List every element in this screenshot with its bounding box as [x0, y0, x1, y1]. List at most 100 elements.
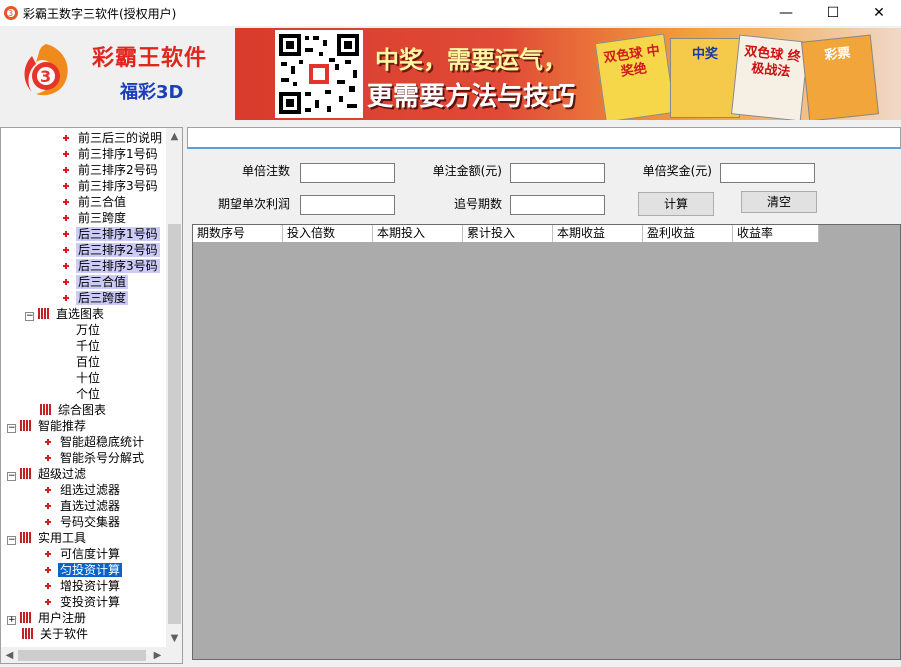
calculate-button[interactable]: 计算 [638, 192, 714, 216]
banner-slogan-1: 中奖，需要运气， [375, 46, 567, 74]
grid-column-header[interactable]: 累计投入 [463, 225, 553, 242]
folder-grid-icon [38, 308, 49, 319]
tree-item[interactable]: − 实用工具 [7, 530, 88, 546]
maximize-button[interactable]: ☐ [810, 0, 856, 26]
tree-item-label: 百位 [76, 355, 101, 369]
leaf-plus-icon [61, 213, 71, 223]
tree-item-label: 超级过滤 [38, 467, 87, 481]
prize-input[interactable] [720, 163, 815, 183]
expected-profit-input[interactable] [300, 195, 395, 215]
folder-grid-icon [22, 628, 33, 639]
tree-item-label: 后三排序2号码 [76, 243, 160, 257]
tree-item-label: 直选过滤器 [60, 499, 121, 513]
tree-item[interactable]: 前三排序1号码 [61, 146, 160, 162]
collapse-icon[interactable]: − [7, 472, 16, 481]
leaf-plus-icon [61, 197, 71, 207]
tree-item-label: 个位 [76, 387, 101, 401]
leaf-plus-icon [61, 229, 71, 239]
tree-item[interactable]: 后三排序1号码 [61, 226, 160, 242]
svg-text:3: 3 [8, 9, 13, 18]
tree-item[interactable]: 后三排序2号码 [61, 242, 160, 258]
tree-item[interactable]: 千位 [61, 338, 102, 354]
collapse-icon[interactable]: − [25, 312, 34, 321]
horizontal-scroll-thumb[interactable] [18, 650, 146, 661]
scroll-down-arrow-icon[interactable]: ▼ [166, 630, 182, 647]
tree-horizontal-scrollbar[interactable]: ◀ ▶ [1, 647, 182, 663]
tree-item[interactable]: 万位 [61, 322, 102, 338]
tree-item[interactable]: 后三合值 [61, 274, 129, 290]
tree-item[interactable]: − 直选图表 [25, 306, 106, 322]
tree-item-label: 用户注册 [38, 611, 87, 625]
tree-item[interactable]: 前三后三的说明 [61, 130, 164, 146]
tree-item[interactable]: 前三排序3号码 [61, 178, 160, 194]
tree-item[interactable]: 智能杀号分解式 [43, 450, 146, 466]
tree-item-label: 前三排序1号码 [78, 147, 158, 161]
vertical-scroll-thumb[interactable] [168, 224, 181, 624]
collapse-icon[interactable]: − [7, 536, 16, 545]
tree-item-label: 千位 [76, 339, 101, 353]
leaf-plus-icon [43, 565, 53, 575]
tree-item-label: 变投资计算 [60, 595, 121, 609]
minimize-button[interactable]: — [763, 0, 809, 26]
tree-item[interactable]: 后三排序3号码 [61, 258, 160, 274]
grid-column-header[interactable]: 本期收益 [553, 225, 643, 242]
folder-grid-icon [20, 532, 31, 543]
tree-item[interactable]: 前三合值 [61, 194, 128, 210]
tree-item[interactable]: 智能超稳底统计 [43, 434, 146, 450]
tree-item[interactable]: + 用户注册 [7, 610, 88, 626]
tree-item[interactable]: 十位 [61, 370, 102, 386]
tree-item[interactable]: 直选过滤器 [43, 498, 122, 514]
leaf-plus-icon [43, 453, 53, 463]
tree-item[interactable]: − 智能推荐 [7, 418, 88, 434]
tree-item-label: 智能推荐 [38, 419, 87, 433]
grid-column-header[interactable]: 投入倍数 [283, 225, 373, 242]
folder-grid-icon [40, 404, 51, 415]
ad-banner[interactable]: 中奖，需要运气， 更需要方法与技巧 双色球 中奖绝 中奖 双色球 终极战法 彩票 [235, 28, 901, 120]
tree-item[interactable]: 关于软件 [22, 626, 90, 642]
collapse-icon[interactable]: − [7, 424, 16, 433]
grid-column-header[interactable]: 期数序号 [193, 225, 283, 242]
bet-count-input[interactable] [300, 163, 395, 183]
scroll-right-arrow-icon[interactable]: ▶ [149, 647, 166, 663]
grid-column-header[interactable]: 盈利收益 [643, 225, 733, 242]
grid-column-header[interactable]: 本期投入 [373, 225, 463, 242]
tree-item[interactable]: 匀投资计算 [43, 562, 123, 578]
clear-button[interactable]: 清空 [741, 191, 817, 213]
navigation-tree[interactable]: 前三后三的说明 前三排序1号码 前三排序2号码 前三排序3号码 前三合值 前三跨度 后三排序… [0, 127, 183, 664]
close-button[interactable]: ✕ [856, 0, 901, 26]
tree-item[interactable]: 组选过滤器 [43, 482, 122, 498]
bet-amount-input[interactable] [510, 163, 605, 183]
bet-count-label: 单倍注数 [241, 164, 290, 178]
tree-item[interactable]: 变投资计算 [43, 594, 122, 610]
tree-item-label: 后三排序1号码 [76, 227, 160, 241]
tree-item[interactable]: 综合图表 [40, 402, 108, 418]
brand-name: 彩霸王软件 [92, 46, 208, 71]
app-header: 3 彩霸王软件 福彩3D 中奖，需要运气， 更需要方法与技巧 双色球 中奖绝 中… [0, 26, 901, 124]
tree-item[interactable]: 增投资计算 [43, 578, 122, 594]
result-grid[interactable]: 期数序号 投入倍数 本期投入 累计投入 本期收益 盈利收益 收益率 [192, 224, 901, 660]
tree-item[interactable]: 后三跨度 [61, 290, 129, 306]
tree-item[interactable]: 前三跨度 [61, 210, 128, 226]
tree-item[interactable]: 号码交集器 [43, 514, 122, 530]
folder-grid-icon [20, 612, 31, 623]
tree-item-label: 后三合值 [76, 275, 129, 289]
tree-item[interactable]: 可信度计算 [43, 546, 122, 562]
tree-item[interactable]: 个位 [61, 386, 102, 402]
title-bar: 3 彩霸王数字三软件(授权用户) — ☐ ✕ [0, 0, 901, 26]
tree-vertical-scrollbar[interactable]: ▲ ▼ [166, 128, 182, 647]
tree-item-label: 号码交集器 [60, 515, 121, 529]
tree-item[interactable]: 百位 [61, 354, 102, 370]
grid-column-header[interactable]: 收益率 [733, 225, 819, 242]
leaf-plus-icon [43, 597, 53, 607]
leaf-plus-icon [43, 485, 53, 495]
leaf-plus-icon [43, 437, 53, 447]
tree-item[interactable]: 前三排序2号码 [61, 162, 160, 178]
scroll-left-arrow-icon[interactable]: ◀ [1, 647, 18, 663]
leaf-plus-icon [43, 501, 53, 511]
scroll-up-arrow-icon[interactable]: ▲ [166, 128, 182, 145]
periods-input[interactable] [510, 195, 605, 215]
tree-item[interactable]: − 超级过滤 [7, 466, 88, 482]
leaf-plus-icon [61, 133, 71, 143]
expand-icon[interactable]: + [7, 616, 16, 625]
tree-item-label: 前三后三的说明 [78, 131, 163, 145]
